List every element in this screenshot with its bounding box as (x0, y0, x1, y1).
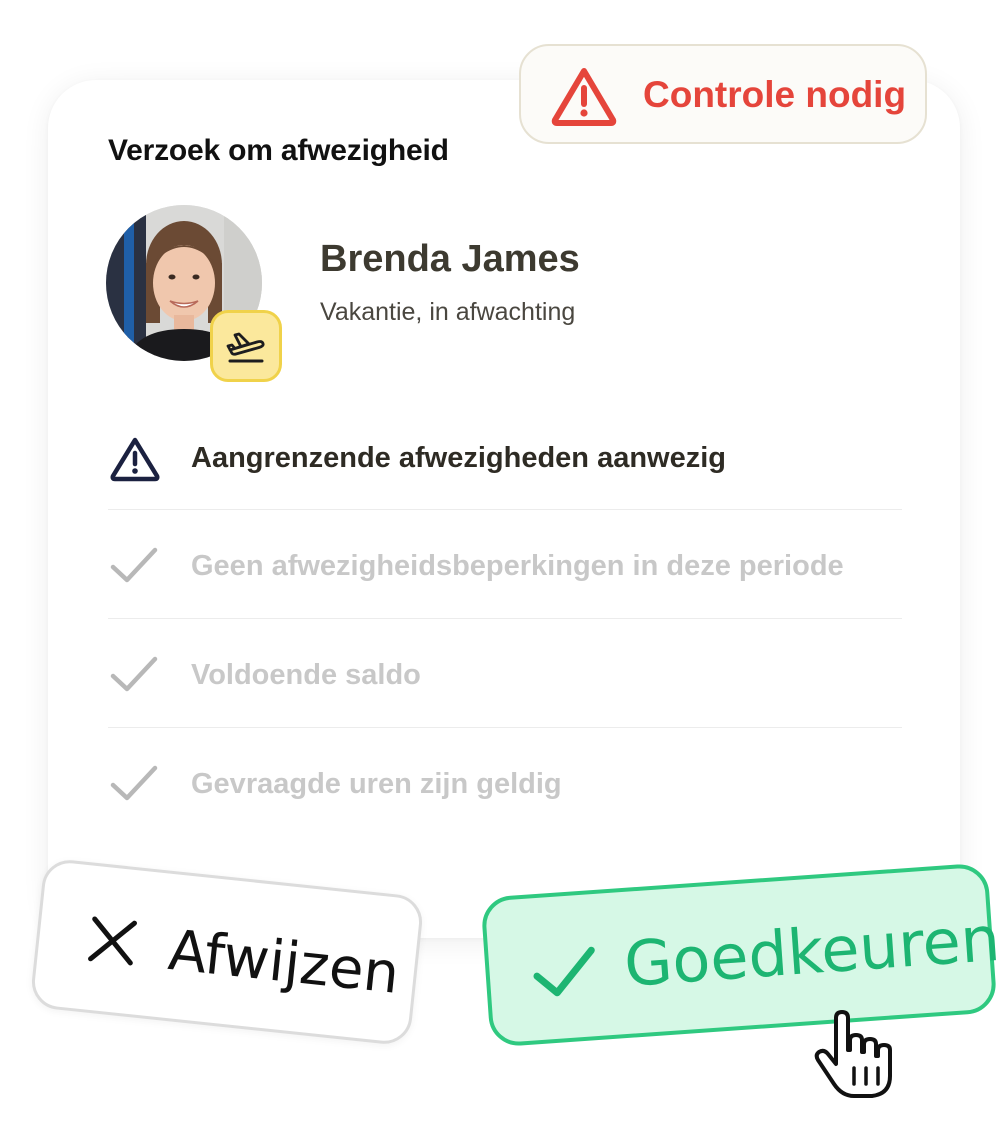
person-name: Brenda James (320, 238, 580, 280)
divider (108, 618, 902, 619)
leave-type-badge (210, 310, 282, 382)
check-row-no-restrictions: Geen afwezigheidsbeperkingen in deze per… (108, 512, 902, 620)
check-icon (110, 765, 158, 801)
divider (108, 727, 902, 728)
check-row-label: Aangrenzende afwezigheden aanwezig (191, 442, 726, 474)
check-row-valid-hours: Gevraagde uren zijn geldig (108, 730, 902, 838)
check-row-adjacent-absences: Aangrenzende afwezigheden aanwezig (108, 404, 902, 512)
approve-button-label: Goedkeuren (621, 901, 1003, 1001)
close-icon (88, 916, 138, 966)
reject-button-label: Afwijzen (165, 918, 403, 1007)
stage: Verzoek om afwezigheid Controle nodig Br… (0, 0, 1008, 1134)
check-row-label: Gevraagde uren zijn geldig (191, 768, 562, 800)
check-row-label: Voldoende saldo (191, 659, 421, 691)
check-row-label: Geen afwezigheidsbeperkingen in deze per… (191, 550, 844, 582)
divider (108, 509, 902, 510)
plane-departure-icon (226, 332, 265, 363)
warning-triangle-icon (110, 437, 160, 482)
check-icon (533, 946, 595, 997)
check-icon (110, 547, 158, 583)
check-icon (110, 656, 158, 692)
warning-triangle-icon (551, 68, 617, 126)
check-row-sufficient-balance: Voldoende saldo (108, 621, 902, 729)
card-title: Verzoek om afwezigheid (108, 134, 449, 167)
hand-pointer-icon (814, 1010, 892, 1098)
status-badge: Controle nodig (519, 44, 927, 144)
status-badge-label: Controle nodig (643, 74, 907, 115)
person-status: Vakantie, in afwachting (320, 298, 576, 326)
